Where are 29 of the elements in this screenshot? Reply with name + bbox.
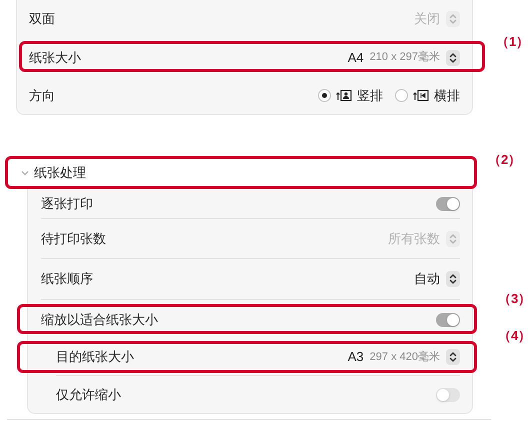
popup-button[interactable]: A3 297 x 420毫米 bbox=[348, 347, 460, 367]
section-title: 纸张处理 bbox=[34, 164, 86, 182]
setting-label: 待打印张数 bbox=[41, 230, 106, 248]
setting-label: 逐张打印 bbox=[41, 194, 93, 213]
setting-label: 目的纸张大小 bbox=[56, 348, 134, 366]
stepper-icon[interactable] bbox=[446, 349, 460, 365]
toggle-switch[interactable] bbox=[436, 312, 460, 326]
radio-button[interactable] bbox=[318, 89, 331, 102]
setting-label: 仅允许缩小 bbox=[56, 386, 121, 404]
setting-label: 缩放以适合纸张大小 bbox=[41, 310, 158, 329]
setting-label: 方向 bbox=[29, 86, 55, 105]
callout-label: （3） bbox=[498, 290, 531, 308]
popup-button[interactable]: A4 210 x 297毫米 bbox=[348, 48, 460, 68]
portrait-orientation-icon bbox=[336, 89, 352, 102]
setting-label: 纸张大小 bbox=[29, 48, 81, 67]
landscape-orientation-icon bbox=[413, 89, 429, 102]
toggle-switch[interactable] bbox=[436, 388, 460, 402]
toggle-switch[interactable] bbox=[436, 196, 460, 210]
radio-button[interactable] bbox=[395, 89, 408, 102]
stepper-icon[interactable] bbox=[446, 271, 460, 287]
callout-label: （4） bbox=[498, 327, 531, 345]
setting-label: 双面 bbox=[29, 10, 55, 28]
stepper-icon[interactable] bbox=[446, 50, 460, 66]
callout-label: （1） bbox=[496, 33, 530, 51]
option-label: 竖排 bbox=[357, 86, 383, 105]
popup-button[interactable]: 自动 bbox=[414, 269, 460, 289]
callout-label: （2） bbox=[488, 151, 522, 169]
setting-label: 纸张顺序 bbox=[41, 270, 93, 288]
option-label: 横排 bbox=[434, 86, 460, 105]
